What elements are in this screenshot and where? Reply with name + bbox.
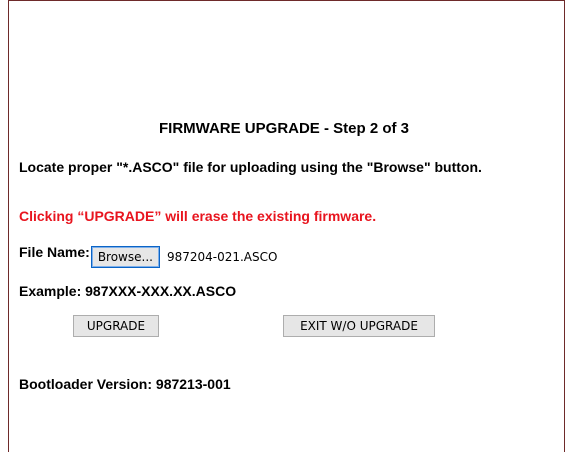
upgrade-button[interactable]: UPGRADE (73, 315, 159, 337)
bootloader-version: Bootloader Version: 987213-001 (19, 376, 231, 392)
file-name-label: File Name: (19, 244, 90, 260)
instruction-text: Locate proper "*.ASCO" file for uploadin… (19, 159, 482, 175)
page-title: FIRMWARE UPGRADE - Step 2 of 3 (158, 120, 409, 137)
exit-without-upgrade-button[interactable]: EXIT W/O UPGRADE (283, 315, 435, 337)
selected-file-name: 987204-021.ASCO (166, 250, 278, 264)
file-input-row: File Name: Browse... 987204-021.ASCO (19, 243, 278, 268)
browse-button[interactable]: Browse... (90, 246, 160, 268)
example-text: Example: 987XXX-XXX.XX.ASCO (19, 283, 237, 299)
warning-text: Clicking “UPGRADE” will erase the existi… (19, 208, 377, 224)
